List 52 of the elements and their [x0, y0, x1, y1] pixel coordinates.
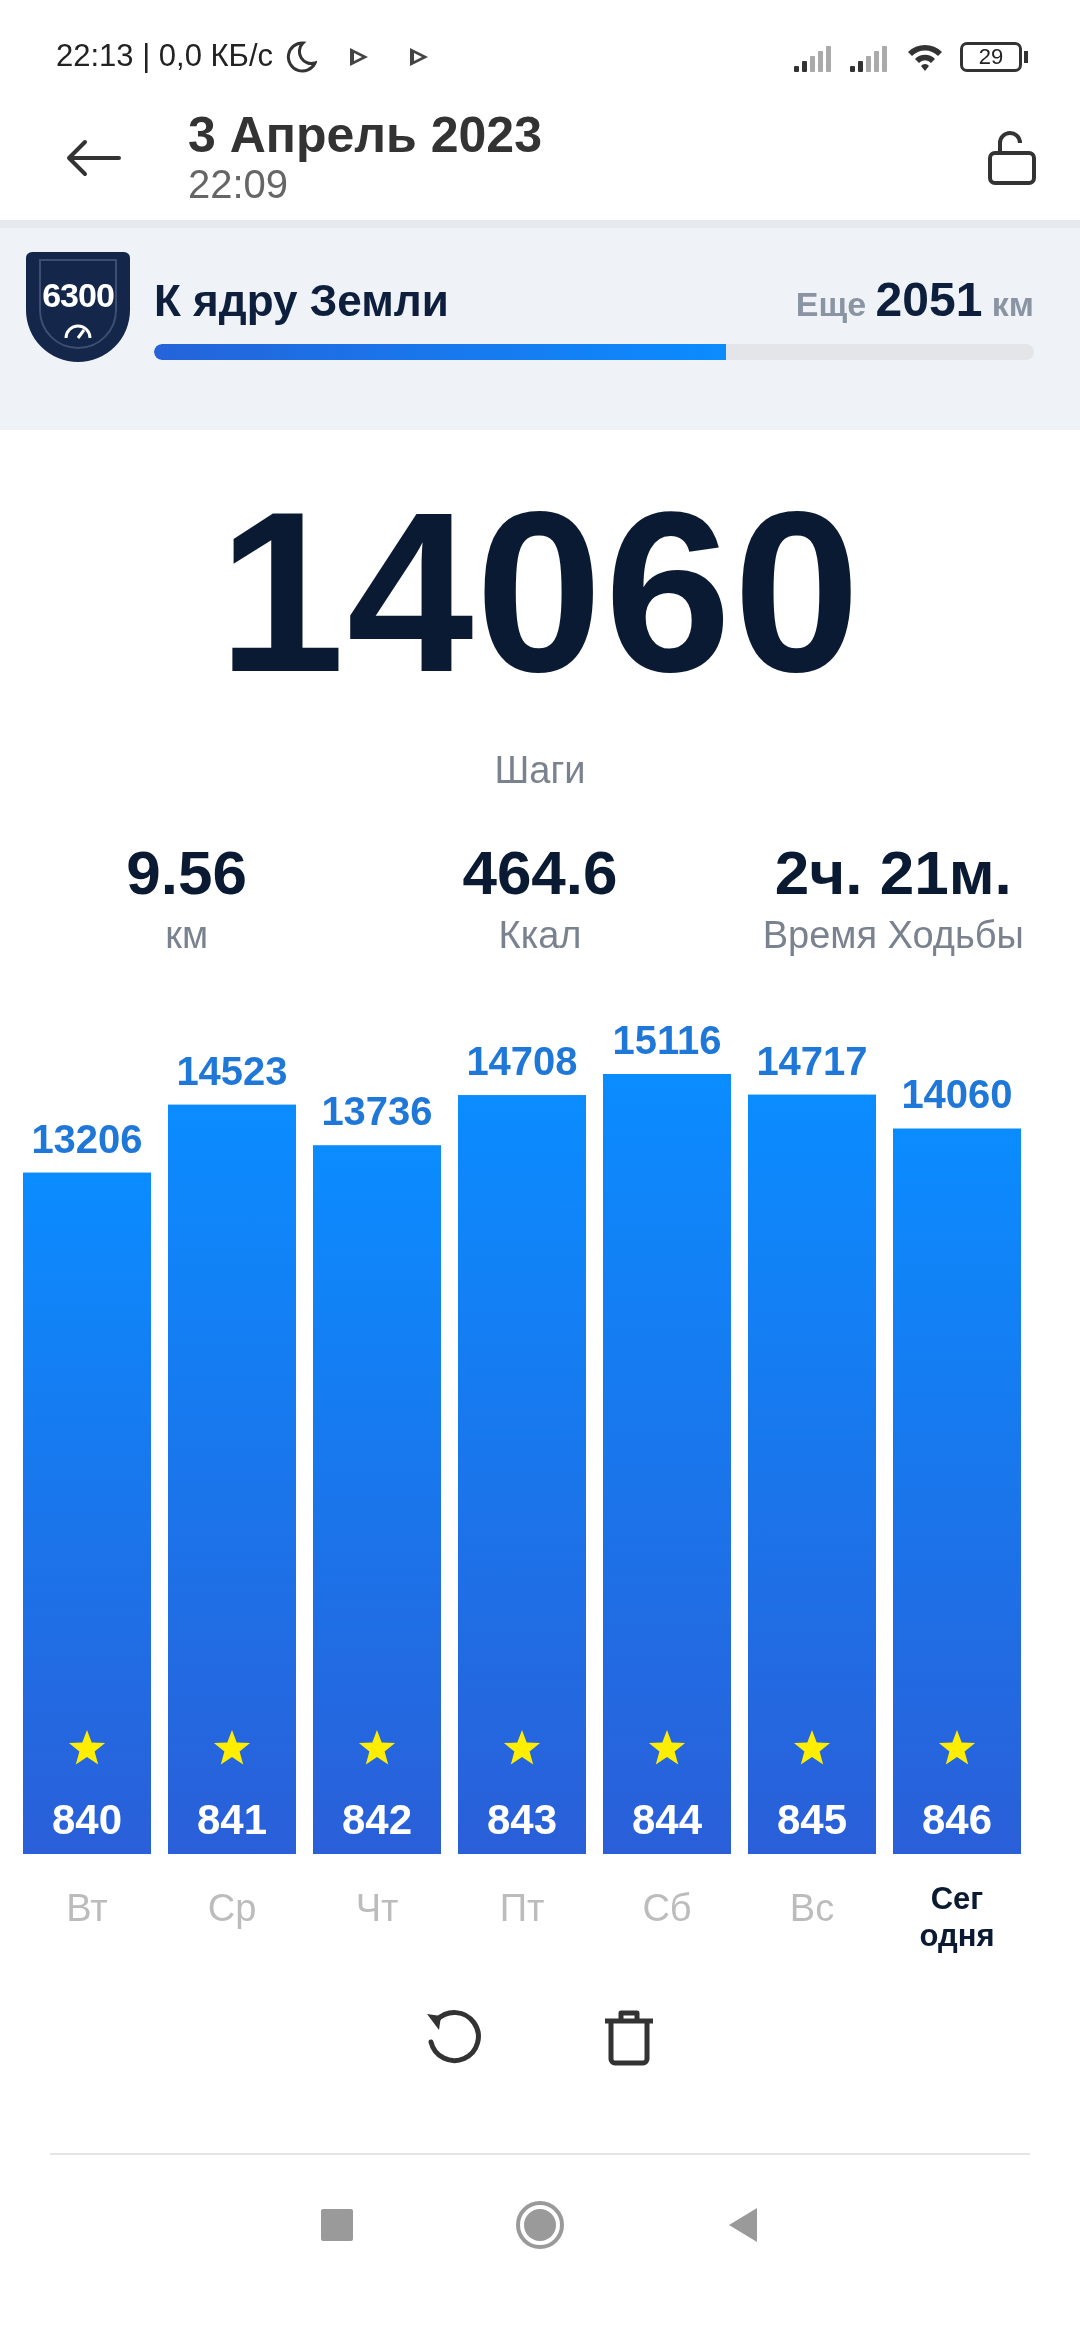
- day-label: Ср: [207, 1886, 257, 1932]
- bar-value-label: 14523: [176, 1048, 288, 1093]
- star-icon: [503, 1730, 541, 1765]
- stat-label: Ккал: [497, 913, 583, 959]
- day-label: Вс: [789, 1886, 835, 1932]
- home-button[interactable]: [515, 2199, 565, 2250]
- stat-value: 464.6: [461, 839, 619, 908]
- bar[interactable]: [23, 1172, 151, 1855]
- steps-label: Шаги: [493, 748, 587, 793]
- status-time: 22:13 | 0,0 КБ/с: [56, 37, 274, 76]
- stat-label: км: [164, 913, 210, 959]
- star-count: 845: [776, 1796, 848, 1844]
- date-title: 3 Апрель 2023: [188, 109, 543, 162]
- star-count: 842: [341, 1796, 413, 1844]
- star-count: 844: [631, 1796, 703, 1844]
- goal-title: К ядру Земли: [154, 275, 449, 327]
- bar[interactable]: [458, 1095, 586, 1855]
- day-label: Чт: [355, 1886, 399, 1932]
- day-label: Вт: [66, 1886, 108, 1932]
- stat-value: 9.56: [125, 839, 248, 908]
- bar-value-label: 14708: [466, 1039, 578, 1084]
- bar[interactable]: [603, 1074, 731, 1855]
- star-icon: [358, 1730, 396, 1765]
- bar[interactable]: [893, 1128, 1021, 1855]
- step-count: 14060: [217, 478, 863, 706]
- bar[interactable]: [313, 1145, 441, 1855]
- star-count: 846: [921, 1796, 993, 1844]
- star-icon: [213, 1730, 251, 1765]
- day-label: Пт: [499, 1886, 545, 1932]
- recents-button[interactable]: [319, 2206, 355, 2243]
- stat-label: Время Ходьбы: [761, 913, 1025, 959]
- bar[interactable]: [748, 1094, 876, 1855]
- star-count: 841: [196, 1796, 268, 1844]
- star-icon: [938, 1730, 976, 1765]
- day-label: Сег одня: [918, 1880, 996, 1955]
- bar-value-label: 14060: [901, 1072, 1013, 1117]
- time-subtitle: 22:09: [188, 161, 289, 206]
- stat-value: 2ч. 21м.: [773, 839, 1013, 908]
- square-icon: [319, 2206, 355, 2243]
- bar-value-label: 14717: [756, 1038, 868, 1083]
- star-count: 840: [51, 1796, 123, 1844]
- remaining-distance: Еще 2051 км: [795, 272, 1034, 328]
- star-count: 843: [486, 1796, 558, 1844]
- star-icon: [68, 1730, 106, 1765]
- bar-value-label: 13206: [31, 1116, 143, 1161]
- bar-value-label: 15116: [612, 1018, 722, 1063]
- circle-icon: [515, 2199, 565, 2250]
- bar-value-label: 13736: [321, 1089, 433, 1134]
- star-icon: [793, 1730, 831, 1765]
- day-label: Сб: [642, 1886, 692, 1932]
- bar[interactable]: [168, 1104, 296, 1855]
- star-icon: [648, 1730, 686, 1765]
